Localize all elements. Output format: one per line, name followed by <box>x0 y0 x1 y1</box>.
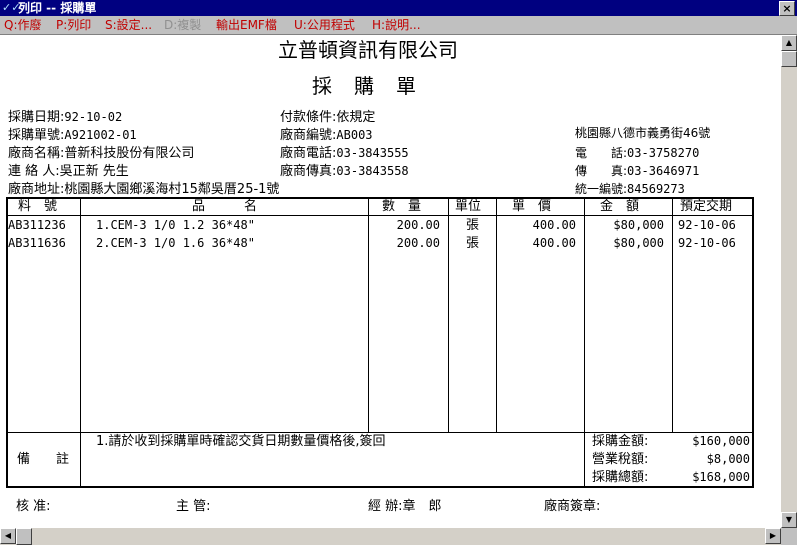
col-header-delivery: 預定交期 <box>680 199 733 214</box>
total-tax-value: $8,000 <box>706 452 750 466</box>
menu-export-emf[interactable]: 輸出EMF檔 <box>216 18 277 32</box>
vertical-scroll-thumb[interactable] <box>781 51 797 67</box>
scroll-down-arrow-icon[interactable]: ▼ <box>781 512 797 528</box>
col-header-price: 單 價 <box>512 199 552 214</box>
row-1-price: 400.00 <box>532 218 576 232</box>
company-address: 桃園縣八德市義勇街46號 <box>575 126 711 140</box>
col-divider-price <box>584 198 585 487</box>
row-2-amount: $80,000 <box>613 236 664 250</box>
company-phone: 電 話:03-3758270 <box>575 146 700 160</box>
vertical-scrollbar[interactable]: ▲ ▼ <box>781 35 797 528</box>
remarks-text: 1.請於收到採購單時確認交貨日期數量價格後,簽回 <box>96 434 386 449</box>
col-divider-unit <box>496 198 497 433</box>
total-grand-value: $168,000 <box>692 470 750 484</box>
col-header-name: 品 名 <box>192 199 258 214</box>
col-divider-qty <box>448 198 449 433</box>
scroll-right-arrow-icon[interactable]: ▶ <box>765 528 781 544</box>
total-grand-label: 採購總額: <box>592 470 649 485</box>
scroll-up-arrow-icon[interactable]: ▲ <box>781 35 797 51</box>
company-name: 立普頓資訊有限公司 <box>278 38 458 62</box>
window-title: 列印 -- 採購單 <box>18 1 97 15</box>
col-header-code: 料 號 <box>18 199 58 214</box>
company-fax: 傳 真:03-3646971 <box>575 164 700 178</box>
row-1-code: AB311236 <box>8 218 66 232</box>
signature-handler: 經 辦:章 郎 <box>368 499 442 514</box>
col-header-qty: 數 量 <box>382 199 422 214</box>
document-page: 立普頓資訊有限公司 採購單 採購日期:92-10-02 採購單號:A921002… <box>0 35 781 528</box>
company-tax-id: 統一編號:84569273 <box>575 182 685 196</box>
info-contact: 連 絡 人:吳正新 先生 <box>8 164 129 179</box>
title-bar: ✓✓ 列印 -- 採購單 × <box>0 0 797 16</box>
row-2-price: 400.00 <box>532 236 576 250</box>
col-divider-code <box>80 198 81 487</box>
menu-bar: Q:作廢 P:列印 S:設定... D:複製 輸出EMF檔 U:公用程式 H:說… <box>0 16 797 35</box>
info-payment-terms: 付款條件:依規定 <box>280 110 376 125</box>
table-bottom-border <box>6 486 754 488</box>
close-button[interactable]: × <box>779 1 795 16</box>
row-2-code: AB311636 <box>8 236 66 250</box>
row-2-qty: 200.00 <box>396 236 440 250</box>
row-1-delivery: 92-10-06 <box>678 218 736 232</box>
signature-approve: 核 准: <box>16 499 51 514</box>
info-vendor-code: 廠商編號:AB003 <box>280 128 373 143</box>
row-1-unit: 張 <box>466 218 480 233</box>
row-2-unit: 張 <box>466 236 480 251</box>
row-1-name: 1.CEM-3 1/0 1.2 36*48" <box>96 218 255 232</box>
signature-vendor: 廠商簽章: <box>544 499 601 514</box>
col-header-amount: 金 額 <box>600 199 640 214</box>
scrollbar-corner <box>781 528 797 545</box>
menu-void[interactable]: Q:作廢 <box>4 18 42 32</box>
table-header-divider <box>6 215 754 216</box>
row-2-name: 2.CEM-3 1/0 1.6 36*48" <box>96 236 255 250</box>
table-body-bottom <box>6 432 754 433</box>
menu-print[interactable]: P:列印 <box>56 18 91 32</box>
info-purchase-date: 採購日期:92-10-02 <box>8 110 123 125</box>
total-tax-label: 營業稅額: <box>592 452 649 467</box>
document-title: 採購單 <box>312 74 438 98</box>
app-icon: ✓✓ <box>2 1 21 14</box>
info-vendor-address: 廠商地址:桃園縣大園鄉溪海村15鄰吳厝25-1號 <box>8 182 280 197</box>
info-vendor-fax: 廠商傳真:03-3843558 <box>280 164 409 179</box>
info-order-number: 採購單號:A921002-01 <box>8 128 137 143</box>
menu-help[interactable]: H:說明... <box>372 18 421 32</box>
scroll-left-arrow-icon[interactable]: ◀ <box>0 528 16 544</box>
total-purchase-label: 採購金額: <box>592 434 649 449</box>
row-2-delivery: 92-10-06 <box>678 236 736 250</box>
row-1-qty: 200.00 <box>396 218 440 232</box>
horizontal-scroll-thumb[interactable] <box>16 528 32 545</box>
menu-settings[interactable]: S:設定... <box>105 18 152 32</box>
remarks-label: 備 註 <box>17 452 70 467</box>
col-divider-name <box>368 198 369 433</box>
horizontal-scrollbar[interactable]: ◀ ▶ <box>0 528 781 545</box>
col-divider-amount <box>672 198 673 433</box>
col-header-unit: 單位 <box>455 199 482 214</box>
info-vendor-name: 廠商名稱:普新科技股份有限公司 <box>8 146 195 161</box>
row-1-amount: $80,000 <box>613 218 664 232</box>
table-right-border <box>752 198 754 487</box>
menu-copy[interactable]: D:複製 <box>164 18 201 32</box>
total-purchase-value: $160,000 <box>692 434 750 448</box>
table-top-border <box>6 197 754 199</box>
signature-manager: 主 管: <box>176 499 211 514</box>
menu-utilities[interactable]: U:公用程式 <box>294 18 355 32</box>
info-vendor-phone: 廠商電話:03-3843555 <box>280 146 409 161</box>
